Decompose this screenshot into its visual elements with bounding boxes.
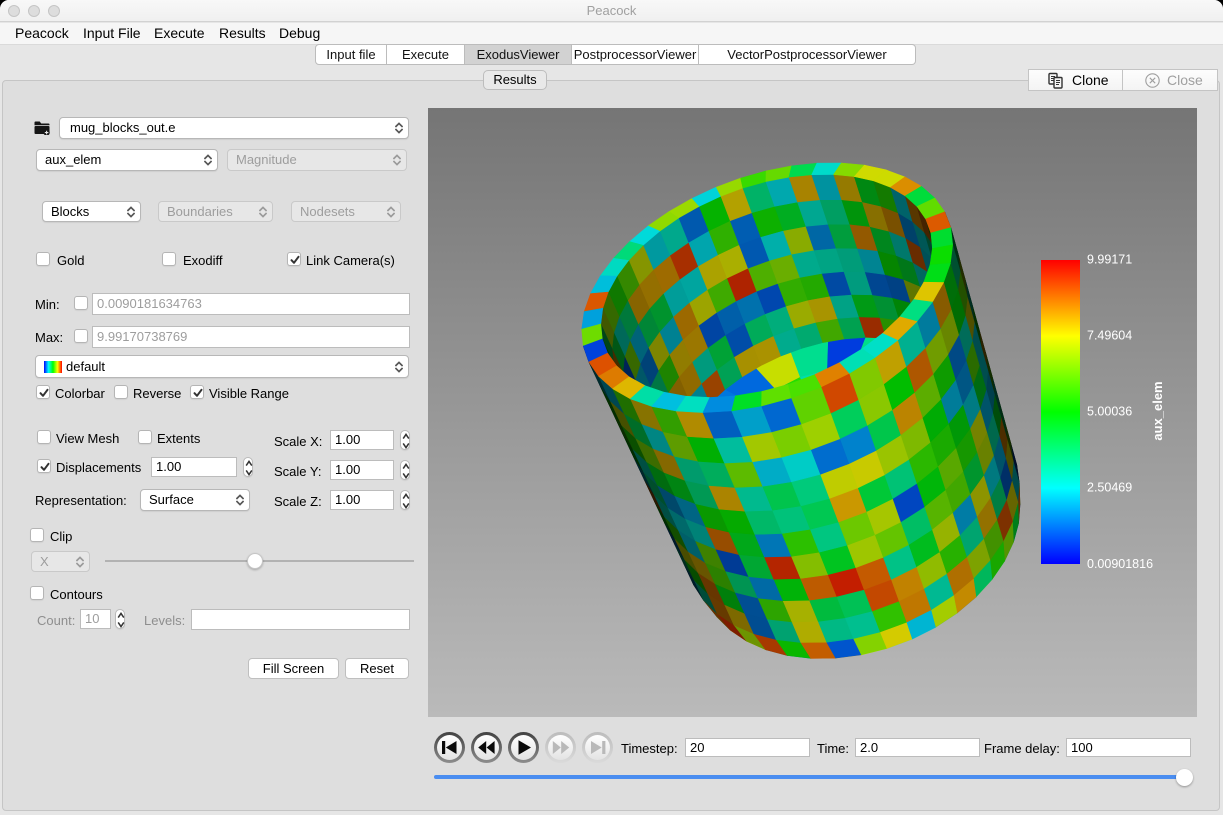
svg-text:aux_elem: aux_elem [1150, 381, 1165, 440]
svg-text:9.99171: 9.99171 [1087, 253, 1132, 267]
svg-text:7.49604: 7.49604 [1087, 329, 1132, 343]
svg-text:0.00901816: 0.00901816 [1087, 557, 1153, 571]
svg-text:5.00036: 5.00036 [1087, 405, 1132, 419]
svg-text:2.50469: 2.50469 [1087, 481, 1132, 495]
